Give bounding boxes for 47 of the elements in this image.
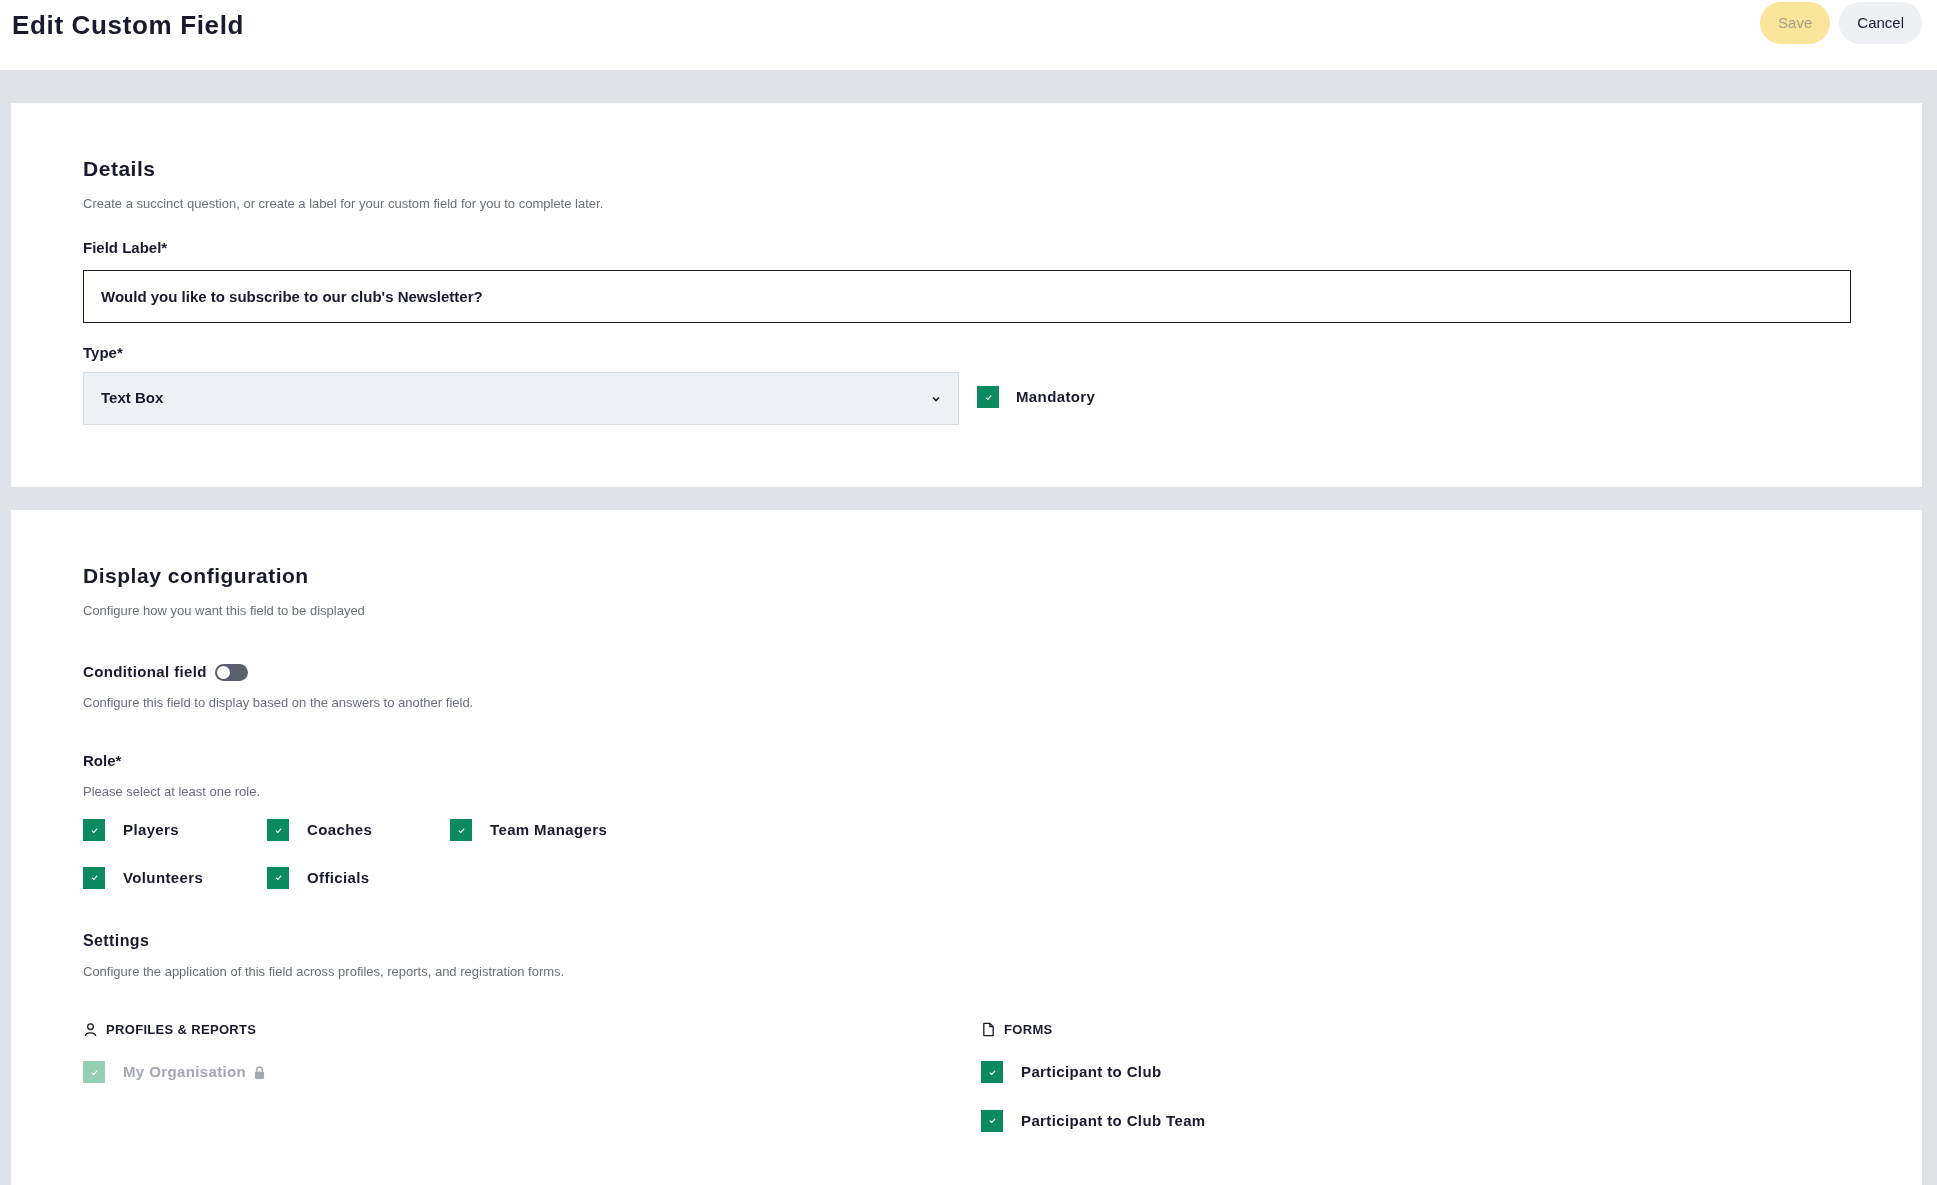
checkbox-label: Participant to Club Team <box>1021 1110 1206 1131</box>
checkbox-label: Officials <box>307 867 370 888</box>
checkbox-label: Team Managers <box>490 820 608 840</box>
checkbox-label: Participant to Club <box>1021 1062 1162 1082</box>
field-label: Field Label* <box>83 238 169 258</box>
type-dropdown[interactable]: Text Box <box>83 372 959 425</box>
toggle-switch[interactable] <box>214 663 248 681</box>
check-icon <box>273 825 283 835</box>
field-label-input[interactable]: Would you like to subscribe to our club's Newsletter? <box>83 269 1851 323</box>
section-title: Details <box>83 156 157 182</box>
group-heading: PROFILES & REPORTS <box>106 1020 257 1039</box>
page-title: Edit Custom Field <box>12 9 245 42</box>
person-icon <box>83 1021 98 1037</box>
checkbox[interactable] <box>981 1109 1003 1132</box>
checkbox-label: Players <box>123 820 179 840</box>
check-icon <box>987 1067 997 1077</box>
checkbox-label: Volunteers <box>123 867 204 888</box>
document-icon <box>981 1021 996 1037</box>
checkbox-label: Mandatory <box>1016 386 1096 407</box>
subsection-description: Configure the application of this field across profiles, reports, and registration forms. <box>83 963 566 981</box>
section-title: Display configuration <box>83 563 310 589</box>
check-icon <box>89 873 99 883</box>
field-description: Configure this field to display based on the answers to another field. <box>83 693 475 712</box>
field-label: Role* <box>83 751 123 771</box>
checkbox[interactable] <box>83 819 105 842</box>
cancel-button[interactable]: Cancel <box>1839 2 1922 44</box>
checkbox-label: My Organisation <box>123 1062 247 1082</box>
checkbox[interactable] <box>83 866 105 889</box>
section-description: Create a succinct question, or create a label for your custom field for you to complete later. <box>83 194 605 213</box>
check-icon <box>89 1067 99 1077</box>
checkbox[interactable] <box>977 386 999 408</box>
checkbox[interactable] <box>267 819 289 842</box>
toggle-label: Conditional field <box>83 662 207 682</box>
check-icon <box>456 825 466 835</box>
checkbox[interactable] <box>450 819 472 842</box>
check-icon <box>983 392 993 402</box>
checkbox[interactable] <box>267 866 289 889</box>
field-label: Type* <box>83 342 124 363</box>
check-icon <box>89 825 99 835</box>
checkbox-label: Coaches <box>307 820 373 840</box>
check-icon <box>987 1116 997 1126</box>
check-icon <box>273 873 283 883</box>
section-description: Configure how you want this field to be displayed <box>83 601 366 620</box>
subsection-title: Settings <box>83 931 151 951</box>
checkbox[interactable] <box>981 1061 1003 1084</box>
group-heading: FORMS <box>1004 1020 1053 1039</box>
field-description: Please select at least one role. <box>83 782 262 801</box>
